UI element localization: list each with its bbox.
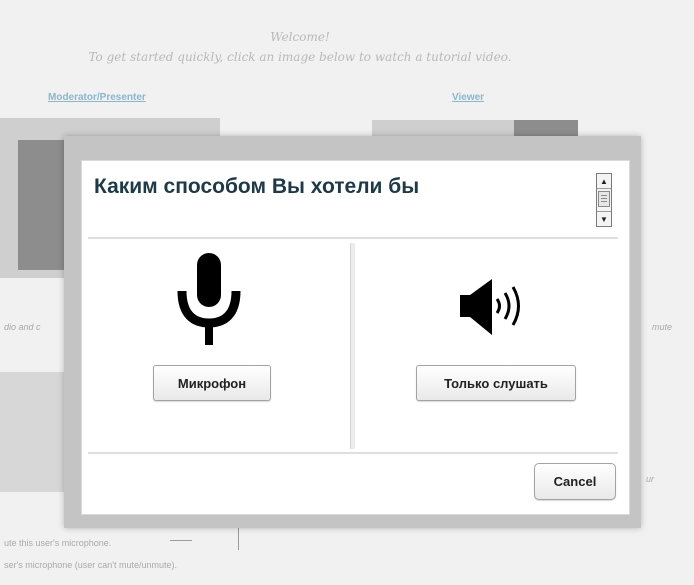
dialog-scrollbar[interactable]: ▲ ▼ <box>596 173 612 227</box>
options-divider <box>350 243 355 449</box>
header-divider <box>88 237 618 239</box>
background-connector-line <box>170 540 192 541</box>
listen-only-button[interactable]: Только слушать <box>416 365 576 401</box>
background-user-list-panel <box>0 372 64 492</box>
cancel-button[interactable]: Cancel <box>534 463 616 500</box>
moderator-video-thumbnail[interactable] <box>18 140 66 270</box>
background-side-text-left: dio and c <box>4 322 41 332</box>
background-help-text-1: ute this user's microphone. <box>4 538 112 548</box>
scroll-down-arrow-icon[interactable]: ▼ <box>597 211 611 226</box>
welcome-subtitle: To get started quickly, click an image b… <box>88 50 512 64</box>
background-side-text-right: mute <box>652 322 673 332</box>
background-help-text-2: ser's microphone (user can't mute/unmute… <box>4 560 178 570</box>
background-side-text-right-2: ur <box>646 474 655 484</box>
welcome-title: Welcome! <box>270 30 330 44</box>
dialog-title: Каким способом Вы хотели бы <box>94 175 420 198</box>
microphone-button[interactable]: Микрофон <box>153 365 271 401</box>
scroll-thumb[interactable] <box>598 191 610 207</box>
speaker-icon[interactable] <box>456 277 532 342</box>
microphone-icon[interactable] <box>170 251 248 352</box>
moderator-presenter-link[interactable]: Moderator/Presenter <box>48 92 146 103</box>
scroll-up-arrow-icon[interactable]: ▲ <box>597 174 611 189</box>
audio-choice-dialog: Каким способом Вы хотели бы ▲ ▼ Микрофон… <box>81 160 630 515</box>
viewer-link[interactable]: Viewer <box>452 92 484 103</box>
footer-divider <box>88 452 618 454</box>
